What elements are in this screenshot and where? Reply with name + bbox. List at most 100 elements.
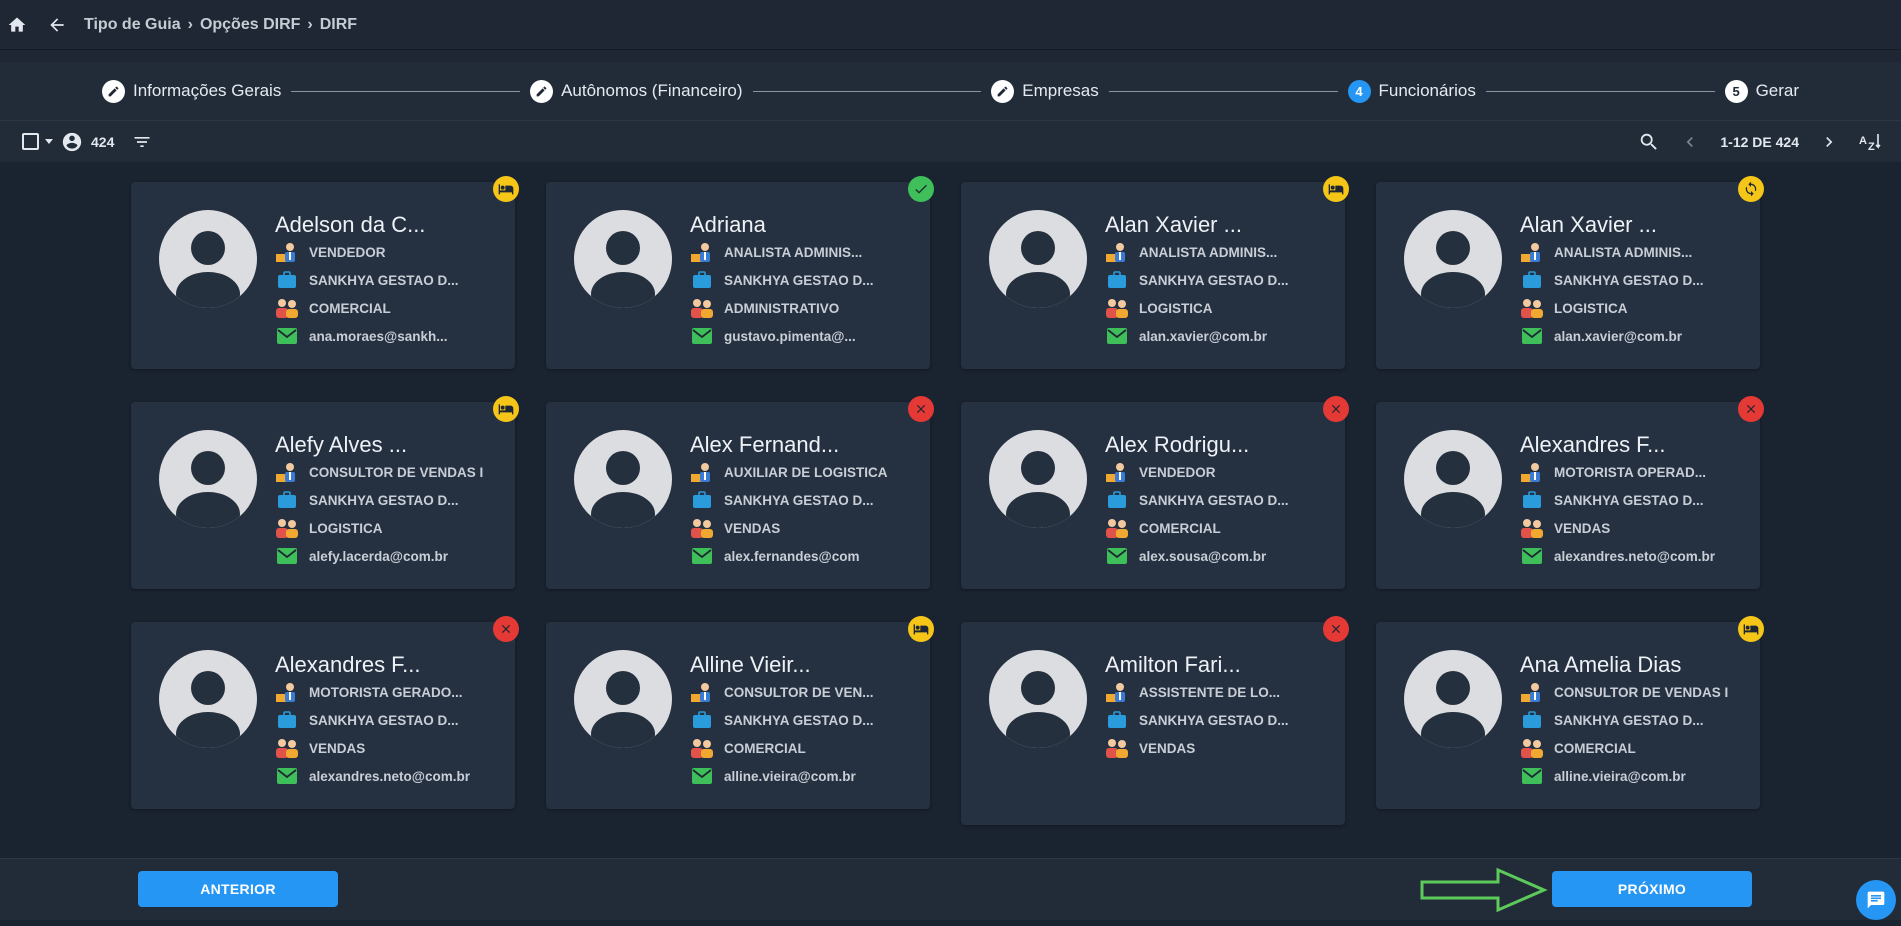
mail-icon (1105, 326, 1129, 346)
select-all-checkbox[interactable] (22, 133, 39, 150)
employee-name: Alline Vieir... (690, 652, 811, 677)
employee-role: MOTORISTA GERADO... (275, 682, 463, 702)
employee-card[interactable]: Alan Xavier ... ANALISTA ADMINIS... SANKHY… (961, 176, 1349, 369)
employee-email-text: alefy.lacerda@com.br (309, 548, 448, 564)
employee-card[interactable]: Alan Xavier ... ANALISTA ADMINIS... SANKHY… (1376, 176, 1764, 369)
employee-company-text: SANKHYA GESTAO D... (1139, 492, 1289, 508)
employee-company-text: SANKHYA GESTAO D... (1554, 712, 1704, 728)
employee-card[interactable]: Alex Fernand... AUXILIAR DE LOGISTICA SANK… (546, 396, 934, 589)
employee-company-text: SANKHYA GESTAO D... (724, 712, 874, 728)
arrow-right-annotation-icon (1420, 867, 1548, 913)
employee-card[interactable]: Alline Vieir... CONSULTOR DE VEN... SANKHY… (546, 616, 934, 809)
step-connector (291, 90, 521, 92)
employee-name: Ana Amelia Dias (1520, 652, 1682, 677)
employee-department-text: VENDAS (1139, 740, 1196, 756)
sync-status-icon[interactable] (1738, 176, 1764, 202)
step-informacoes-gerais[interactable]: Informações Gerais (102, 79, 281, 103)
sort-az-icon[interactable]: A Z (1859, 131, 1883, 153)
top-bar: Tipo de Guia › Opções DIRF › DIRF (0, 0, 1901, 50)
next-page-icon[interactable] (1819, 132, 1839, 152)
employee-role: AUXILIAR DE LOGISTICA (690, 462, 888, 482)
employee-department-text: LOGISTICA (1139, 300, 1213, 316)
filter-icon[interactable] (132, 132, 152, 152)
employee-role-text: CONSULTOR DE VENDAS I (1554, 684, 1729, 700)
close-status-icon[interactable] (493, 616, 519, 642)
close-status-icon[interactable] (1738, 396, 1764, 422)
select-dropdown-caret-icon[interactable] (45, 139, 53, 144)
avatar (159, 650, 257, 748)
employee-card[interactable]: Alefy Alves ... CONSULTOR DE VENDAS I SANK… (131, 396, 519, 589)
employee-email-text: alan.xavier@com.br (1554, 328, 1682, 344)
briefcase-icon (1520, 490, 1544, 510)
employee-company-text: SANKHYA GESTAO D... (1554, 492, 1704, 508)
briefcase-icon (690, 490, 714, 510)
employee-department: VENDAS (1520, 518, 1610, 538)
employee-email: ana.moraes@sankh... (275, 326, 447, 346)
worker-icon (1520, 682, 1544, 702)
mail-icon (1520, 546, 1544, 566)
step-autonomos[interactable]: Autônomos (Financeiro) (530, 79, 743, 103)
employee-department: VENDAS (690, 518, 780, 538)
pagination-label: 1-12 DE 424 (1720, 133, 1799, 150)
employee-email: alexandres.neto@com.br (275, 766, 470, 786)
people-icon (275, 518, 299, 538)
employee-company-text: SANKHYA GESTAO D... (724, 272, 874, 288)
mail-icon (275, 546, 299, 566)
worker-icon (1520, 242, 1544, 262)
previous-button[interactable]: ANTERIOR (138, 871, 338, 907)
employee-department-text: LOGISTICA (1554, 300, 1628, 316)
employee-card[interactable]: Adriana ANALISTA ADMINIS... SANKHYA GESTAO… (546, 176, 934, 369)
employee-card[interactable]: Adelson da C... VENDEDOR SANKHYA GESTAO D.… (131, 176, 519, 369)
step-number: 5 (1724, 79, 1748, 103)
employee-email: alexandres.neto@com.br (1520, 546, 1715, 566)
bed-status-icon[interactable] (493, 396, 519, 422)
employee-department-text: COMERCIAL (724, 740, 806, 756)
step-funcionarios[interactable]: 4 Funcionários (1347, 79, 1476, 103)
step-gerar[interactable]: 5 Gerar (1724, 79, 1799, 103)
mail-icon (1520, 766, 1544, 786)
avatar (989, 430, 1087, 528)
employee-company-text: SANKHYA GESTAO D... (1554, 272, 1704, 288)
step-empresas[interactable]: Empresas (991, 79, 1099, 103)
employee-department: ADMINISTRATIVO (690, 298, 839, 318)
breadcrumb-item-tipo-de-guia[interactable]: Tipo de Guia (84, 16, 181, 34)
prev-page-icon[interactable] (1680, 132, 1700, 152)
close-status-icon[interactable] (1323, 616, 1349, 642)
people-icon (690, 298, 714, 318)
bed-status-icon[interactable] (1738, 616, 1764, 642)
employee-email-text: alexandres.neto@com.br (1554, 548, 1715, 564)
employee-card[interactable]: Amilton Fari... ASSISTENTE DE LO... SANKHY… (961, 616, 1349, 825)
main-panel: Informações Gerais Autônomos (Financeiro… (0, 62, 1901, 926)
close-status-icon[interactable] (908, 396, 934, 422)
bed-status-icon[interactable] (908, 616, 934, 642)
next-button[interactable]: PRÓXIMO (1552, 871, 1752, 907)
briefcase-icon (1105, 270, 1129, 290)
employee-card[interactable]: Alexandres F... MOTORISTA GERADO... SANKHY… (131, 616, 519, 809)
employee-company: SANKHYA GESTAO D... (1520, 490, 1704, 510)
check-status-icon[interactable] (908, 176, 934, 202)
back-arrow-icon[interactable] (44, 12, 70, 38)
employee-role: CONSULTOR DE VENDAS I (1520, 682, 1728, 702)
home-icon[interactable] (4, 12, 30, 38)
close-status-icon[interactable] (1323, 396, 1349, 422)
worker-icon (690, 682, 714, 702)
employee-role: VENDEDOR (275, 242, 386, 262)
employee-card[interactable]: Ana Amelia Dias CONSULTOR DE VENDAS I SANK… (1376, 616, 1764, 809)
bed-status-icon[interactable] (1323, 176, 1349, 202)
employee-card[interactable]: Alexandres F... MOTORISTA OPERAD... SANKHY… (1376, 396, 1764, 589)
employee-department-text: COMERCIAL (1139, 520, 1221, 536)
employee-role-text: CONSULTOR DE VENDAS I (309, 464, 484, 480)
employee-company: SANKHYA GESTAO D... (1520, 710, 1704, 730)
employee-card[interactable]: Alex Rodrigu... VENDEDOR SANKHYA GESTAO D.… (961, 396, 1349, 589)
breadcrumb-item-opcoes-dirf[interactable]: Opções DIRF (200, 16, 300, 34)
search-icon[interactable] (1638, 131, 1660, 153)
chat-icon[interactable] (1856, 880, 1896, 920)
people-icon (690, 738, 714, 758)
worker-icon (1105, 462, 1129, 482)
bed-status-icon[interactable] (493, 176, 519, 202)
breadcrumb-item-dirf: DIRF (319, 15, 358, 33)
employee-company: SANKHYA GESTAO D... (275, 710, 459, 730)
employee-name: Alex Rodrigu... (1105, 432, 1250, 457)
employee-email: alline.vieira@com.br (690, 766, 856, 786)
worker-icon (1105, 242, 1129, 262)
